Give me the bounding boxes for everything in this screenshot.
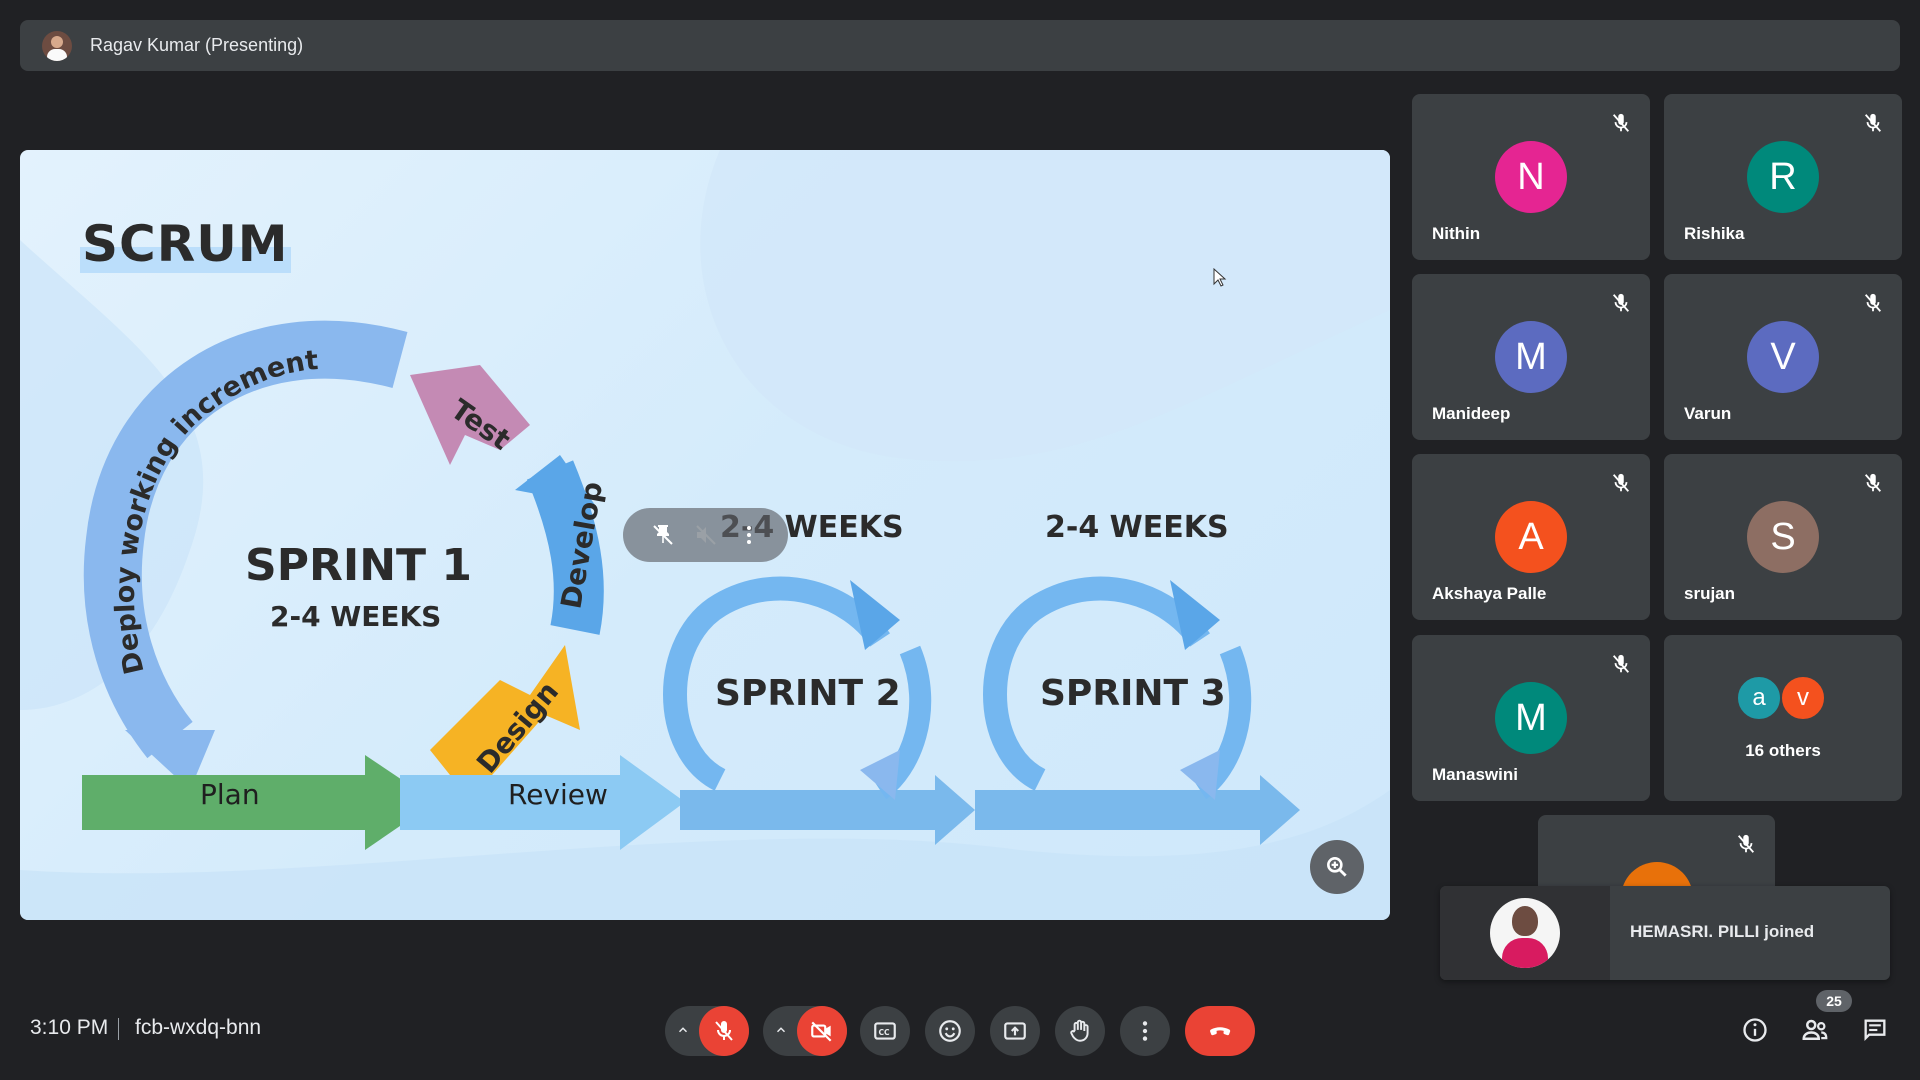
avatar: M [1495, 321, 1567, 393]
mic-off-icon [1612, 654, 1630, 673]
emoji-icon [939, 1020, 961, 1042]
participant-tile[interactable]: V Varun [1664, 274, 1902, 440]
video-settings-chevron-icon[interactable] [770, 1018, 792, 1042]
avatar: R [1747, 141, 1819, 213]
meeting-clock: 3:10 PM [30, 1016, 109, 1039]
sprint1-label: SPRINT 1 [245, 540, 472, 591]
camera-toggle-button[interactable] [797, 1006, 847, 1056]
participant-tile[interactable]: M Manaswini [1412, 635, 1650, 801]
unpin-icon[interactable] [651, 523, 675, 547]
participant-tile[interactable]: S srujan [1664, 454, 1902, 620]
leave-call-button[interactable] [1185, 1006, 1255, 1056]
join-message: HEMASRI. PILLI joined [1630, 922, 1815, 941]
participant-tile[interactable]: M Manideep [1412, 274, 1650, 440]
presenter-avatar [42, 30, 72, 61]
sprint2-label: SPRINT 2 [715, 673, 901, 714]
end-call-icon [1210, 1027, 1231, 1036]
presentation-slide[interactable]: Deploy working increment Test Develop De… [20, 150, 1390, 920]
sprint3-weeks-label: 2-4 WEEKS [1045, 510, 1229, 545]
raise-hand-icon [1070, 1019, 1089, 1042]
chat-button[interactable] [1858, 1013, 1892, 1047]
slide-hover-controls [623, 508, 788, 562]
presenter-title: Ragav Kumar (Presenting) [90, 35, 304, 55]
participant-name: Nithin [1432, 224, 1481, 243]
present-icon [1004, 1022, 1026, 1040]
participant-tile[interactable]: A Akshaya Palle [1412, 454, 1650, 620]
participant-tile[interactable]: N Nithin [1412, 94, 1650, 260]
mic-off-icon [1864, 113, 1882, 132]
avatar: a [1736, 675, 1782, 721]
captions-icon: CC [874, 1022, 896, 1040]
avatar: S [1747, 501, 1819, 573]
audio-settings-chevron-icon[interactable] [672, 1018, 694, 1042]
participant-name: Manaswini [1432, 765, 1518, 784]
more-options-icon[interactable] [737, 523, 761, 547]
meeting-details-button[interactable] [1738, 1013, 1772, 1047]
join-notification: HEMASRI. PILLI joined [1440, 886, 1890, 980]
slide-title: SCRUM [80, 215, 291, 273]
more-options-button[interactable] [1120, 1006, 1170, 1056]
plan-label: Plan [200, 778, 260, 811]
people-icon [1802, 1019, 1828, 1040]
participant-name: Rishika [1684, 224, 1745, 243]
avatar: v [1780, 675, 1826, 721]
mic-off-icon [1864, 473, 1882, 492]
mic-off-icon [1612, 113, 1630, 132]
others-tile[interactable]: a v 16 others [1664, 635, 1902, 801]
avatar: M [1495, 682, 1567, 754]
present-button[interactable] [990, 1006, 1040, 1056]
more-icon [1142, 1021, 1148, 1041]
people-button[interactable] [1798, 1013, 1832, 1047]
captions-button[interactable]: CC [860, 1006, 910, 1056]
raise-hand-button[interactable] [1055, 1006, 1105, 1056]
mic-off-icon [1737, 834, 1755, 853]
sprint3-label: SPRINT 3 [1040, 673, 1226, 714]
presenter-bar: Ragav Kumar (Presenting) [20, 20, 1900, 71]
avatar: A [1495, 501, 1567, 573]
mic-off-icon [1864, 293, 1882, 312]
info-icon [1743, 1018, 1767, 1042]
mic-toggle-button[interactable] [699, 1006, 749, 1056]
reactions-button[interactable] [925, 1006, 975, 1056]
sprint1-weeks-label: 2-4 WEEKS [270, 600, 442, 633]
camera-off-icon [811, 1021, 832, 1042]
svg-text:CC: CC [879, 1028, 891, 1037]
chat-icon [1864, 1019, 1886, 1041]
people-count-badge: 25 [1816, 990, 1852, 1012]
meeting-code: fcb-wxdq-bnn [135, 1016, 262, 1039]
mute-audio-icon[interactable] [694, 523, 718, 547]
zoom-icon [1327, 857, 1347, 877]
mic-off-icon [1612, 293, 1630, 312]
others-count-label: 16 others [1745, 741, 1821, 760]
mouse-cursor-icon [1213, 268, 1227, 287]
joiner-photo [1440, 886, 1610, 980]
participant-name: Manideep [1432, 404, 1511, 423]
avatar: V [1747, 321, 1819, 393]
participant-tile[interactable]: R Rishika [1664, 94, 1902, 260]
participant-name: Varun [1684, 404, 1732, 423]
mic-off-icon [1612, 473, 1630, 492]
mic-off-icon [715, 1021, 733, 1041]
zoom-button[interactable] [1310, 840, 1364, 894]
participant-name: Akshaya Palle [1432, 584, 1547, 603]
divider [118, 1018, 119, 1040]
review-label: Review [508, 778, 608, 811]
avatar: N [1495, 141, 1567, 213]
participant-name: srujan [1684, 584, 1736, 603]
